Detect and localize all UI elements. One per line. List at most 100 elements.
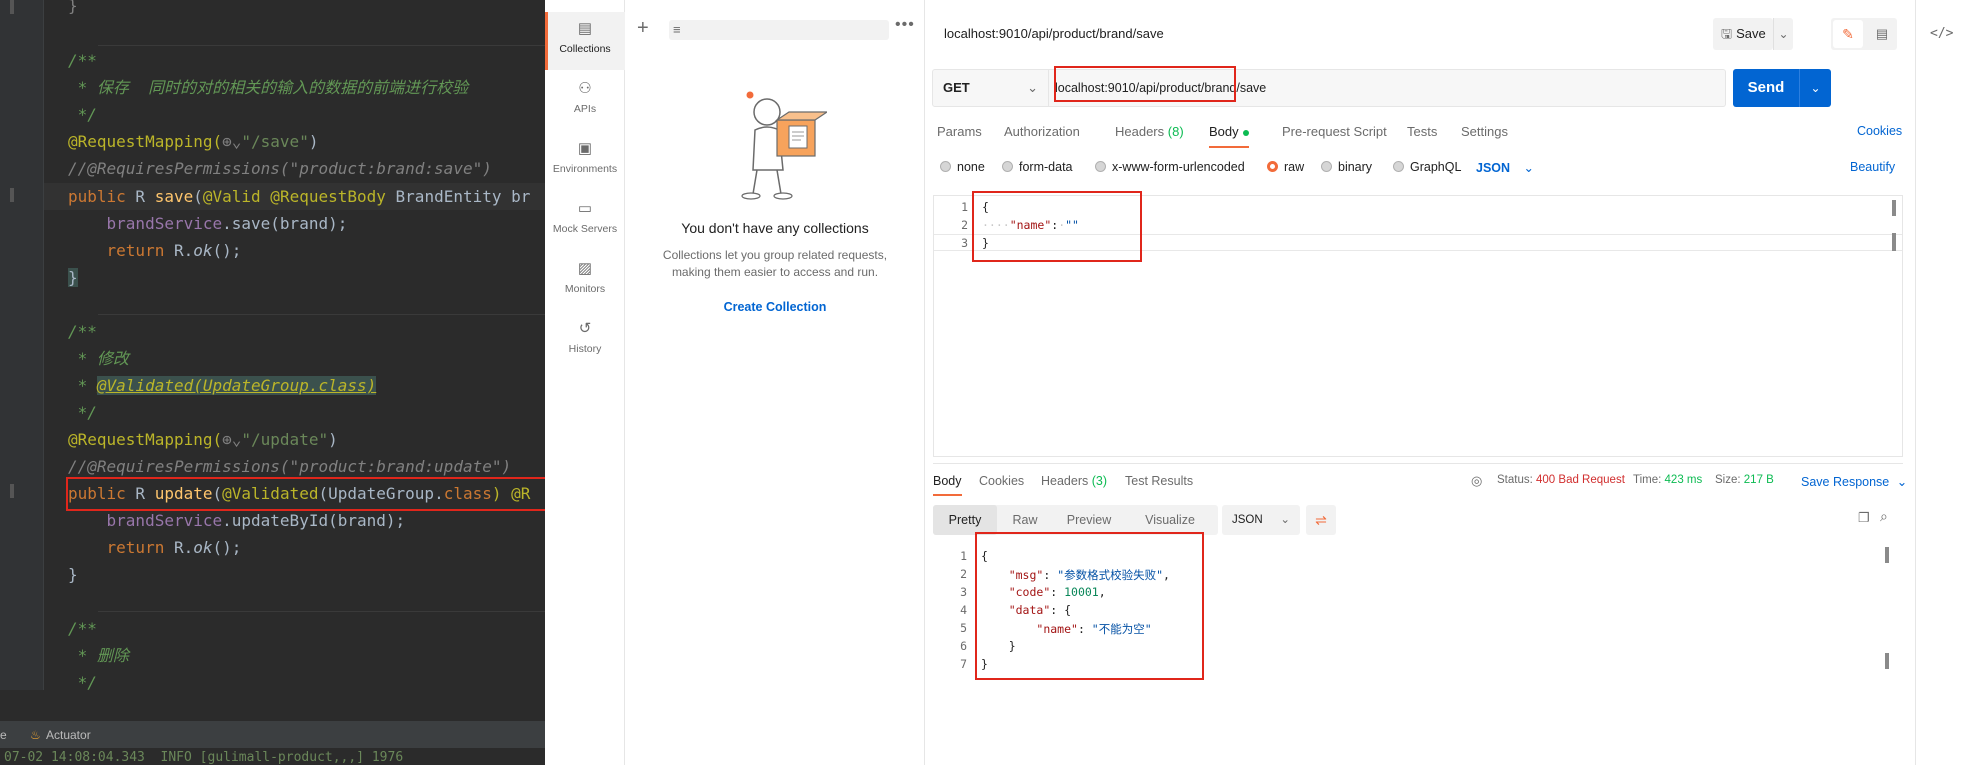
code-text: brandService — [106, 511, 223, 530]
code-text: ok — [193, 241, 213, 260]
code-text: */ — [68, 673, 97, 692]
code-snippet-icon[interactable]: </> — [1930, 26, 1953, 41]
response-body[interactable]: 1 { 2 "msg": "参数格式校验失败", 3 "code": 10001… — [933, 532, 1903, 765]
request-workspace: localhost:9010/api/product/brand/save 🖫 S… — [925, 0, 1915, 765]
send-dropdown-button[interactable]: ⌄ — [1799, 69, 1831, 107]
radio-raw[interactable]: raw — [1267, 160, 1304, 174]
code-text: return — [106, 241, 165, 260]
fold-marker[interactable] — [10, 188, 14, 202]
code-line: //@RequiresPermissions("product:brand:up… — [68, 453, 511, 480]
code-area[interactable]: } /** * 保存 同时的对的相关的输入的数据的前端进行校验 */ @Requ… — [68, 0, 545, 692]
more-options-icon[interactable]: ••• — [895, 16, 915, 34]
rail-label: Environments — [552, 163, 618, 175]
rail-item-history[interactable]: ↺ History — [545, 312, 625, 370]
chevron-down-icon: ⌄ — [1027, 80, 1038, 95]
beautify-link[interactable]: Beautify — [1850, 160, 1895, 174]
ide-bottom-toolbar: e ♨ Actuator — [0, 720, 545, 748]
tab-body[interactable]: Body — [1209, 124, 1249, 148]
code-text: //@RequiresPermissions("product:brand:sa… — [68, 159, 492, 178]
method-select[interactable]: GET ⌄ — [932, 69, 1049, 107]
send-button[interactable]: Send — [1733, 69, 1799, 107]
rail-item-collections[interactable]: ▤ Collections — [545, 12, 625, 70]
fold-marker[interactable] — [10, 0, 14, 14]
mode-toggle: ✎ ▤ — [1831, 18, 1897, 50]
radio-graphql[interactable]: GraphQL — [1393, 160, 1461, 174]
request-title: localhost:9010/api/product/brand/save — [944, 26, 1164, 41]
line-number: 4 — [960, 603, 967, 617]
create-collection-link[interactable]: Create Collection — [625, 300, 925, 314]
response-tab-test-results[interactable]: Test Results — [1125, 474, 1193, 488]
rail-item-environments[interactable]: ▣ Environments — [545, 132, 625, 190]
code-text: ) — [328, 430, 338, 449]
tab-authorization[interactable]: Authorization — [1004, 124, 1080, 139]
tab-headers[interactable]: Headers (8) — [1115, 124, 1184, 139]
response-tab-cookies[interactable]: Cookies — [979, 474, 1024, 488]
code-text: //@RequiresPermissions("product:brand:up… — [68, 457, 512, 476]
tool-tab-label[interactable]: e — [0, 721, 7, 749]
view-tab-raw[interactable]: Raw — [997, 505, 1053, 535]
comment-icon[interactable]: ▤ — [1867, 20, 1897, 48]
rail-item-apis[interactable]: ⚇ APIs — [545, 72, 625, 130]
code-text: } — [68, 0, 78, 15]
rail-item-monitors[interactable]: ▨ Monitors — [545, 252, 625, 310]
response-view-tabs: Pretty Raw Preview Visualize — [933, 505, 1218, 535]
radio-form-data[interactable]: form-data — [1002, 160, 1073, 174]
highlight-box-request-body — [972, 191, 1142, 262]
mock-server-icon: ▭ — [577, 200, 593, 217]
tab-tests[interactable]: Tests — [1407, 124, 1437, 139]
radio-binary[interactable]: binary — [1321, 160, 1372, 174]
response-scrollbar[interactable] — [1885, 653, 1889, 669]
chevron-down-icon: ⌄ — [1896, 475, 1908, 489]
save-button[interactable]: 🖫 Save — [1713, 18, 1773, 50]
collections-icon: ▤ — [577, 20, 593, 37]
tab-params[interactable]: Params — [937, 124, 982, 139]
save-response-button[interactable]: Save Response ⌄ — [1801, 474, 1907, 489]
code-line: return R.ok(); — [68, 534, 242, 561]
view-tab-pretty[interactable]: Pretty — [933, 505, 997, 535]
edit-icon[interactable]: ✎ — [1833, 20, 1863, 48]
highlight-box-update-method — [66, 477, 545, 511]
editor-scrollbar[interactable] — [1892, 233, 1896, 251]
raw-format-select[interactable]: JSON ⌄ — [1476, 160, 1534, 175]
code-line: /** — [68, 615, 97, 642]
wrap-lines-icon[interactable]: ⇌ — [1306, 505, 1336, 535]
tool-tab-actuator[interactable]: Actuator — [46, 721, 91, 749]
response-format-select[interactable]: JSON ⌄ — [1222, 505, 1300, 535]
code-text: * 修改 — [68, 349, 129, 368]
radio-icon — [1002, 161, 1013, 172]
ide-gutter — [0, 0, 44, 690]
tab-settings[interactable]: Settings — [1461, 124, 1508, 139]
code-line: public R save(@Valid @RequestBody BrandE… — [68, 183, 530, 210]
save-dropdown-button[interactable]: ⌄ — [1773, 18, 1793, 50]
globe-icon[interactable]: ◎ — [1471, 473, 1482, 489]
search-icon[interactable]: ⌕ — [1880, 508, 1888, 525]
time-label: Time: — [1633, 474, 1662, 486]
editor-scrollbar[interactable] — [1892, 200, 1896, 216]
radio-none[interactable]: none — [940, 160, 985, 174]
response-tab-body[interactable]: Body — [933, 474, 962, 496]
rail-item-mock-servers[interactable]: ▭ Mock Servers — [545, 192, 625, 250]
copy-icon[interactable]: ❐ — [1858, 510, 1870, 526]
add-icon[interactable]: + — [637, 18, 649, 38]
code-line: @RequestMapping(⊕⌄"/update") — [68, 426, 338, 453]
status-value: 400 Bad Request — [1536, 474, 1625, 486]
line-number: 5 — [960, 621, 967, 635]
save-icon: 🖫 — [1721, 26, 1733, 41]
radio-label: none — [957, 160, 985, 174]
response-scrollbar[interactable] — [1885, 547, 1889, 563]
fold-marker[interactable] — [10, 484, 14, 498]
line-number: 3 — [961, 236, 968, 250]
cookies-link[interactable]: Cookies — [1857, 124, 1902, 138]
response-tab-headers[interactable]: Headers (3) — [1041, 474, 1107, 488]
view-tab-preview[interactable]: Preview — [1053, 505, 1125, 535]
code-text: return — [106, 538, 165, 557]
view-tab-visualize[interactable]: Visualize — [1125, 505, 1215, 535]
globe-icon: ⊕⌄ — [222, 430, 242, 449]
code-text: ok — [193, 538, 213, 557]
radio-label: x-www-form-urlencoded — [1112, 160, 1245, 174]
line-number: 2 — [960, 567, 967, 581]
tab-prerequest-script[interactable]: Pre-request Script — [1282, 124, 1387, 139]
radio-urlencoded[interactable]: x-www-form-urlencoded — [1095, 160, 1245, 174]
collections-search-input[interactable]: ≡ — [669, 20, 889, 40]
rail-label: APIs — [573, 103, 597, 115]
